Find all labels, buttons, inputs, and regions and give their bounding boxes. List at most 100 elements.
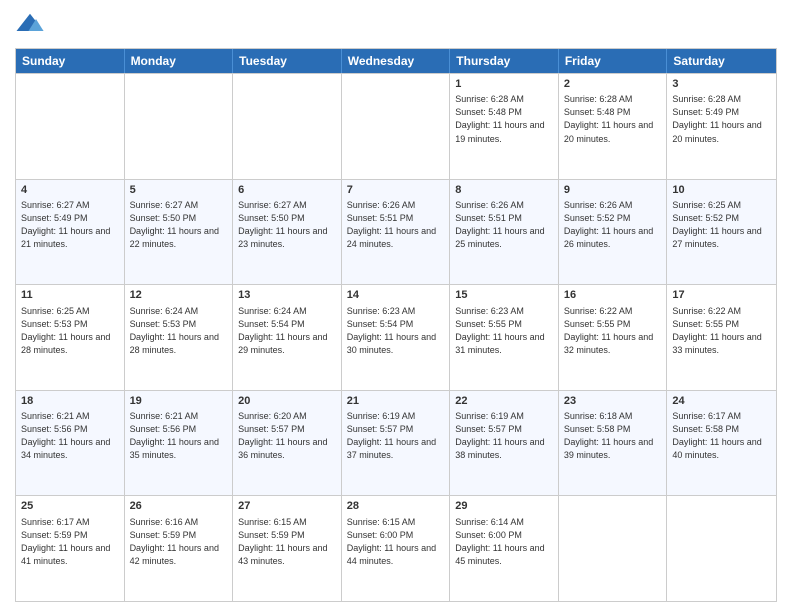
day-number: 2 [564,77,662,92]
header-cell-friday: Friday [559,49,668,73]
calendar-cell: 27Sunrise: 6:15 AMSunset: 5:59 PMDayligh… [233,496,342,601]
logo [15,10,49,40]
cell-info: Sunrise: 6:19 AMSunset: 5:57 PMDaylight:… [455,410,553,462]
calendar-cell: 26Sunrise: 6:16 AMSunset: 5:59 PMDayligh… [125,496,234,601]
calendar-cell: 15 Sunrise: 6:23 AMSunset: 5:55 PMDayligh… [450,285,559,390]
calendar-cell [16,74,125,179]
calendar-cell: 16 Sunrise: 6:22 AMSunset: 5:55 PMDayligh… [559,285,668,390]
calendar-row-0: 1Sunrise: 6:28 AMSunset: 5:48 PMDaylight… [16,73,776,179]
calendar-cell: 28 Sunrise: 6:15 AMSunset: 6:00 PMDayligh… [342,496,451,601]
calendar-cell: 3Sunrise: 6:28 AMSunset: 5:49 PMDaylight… [667,74,776,179]
calendar-row-1: 4Sunrise: 6:27 AMSunset: 5:49 PMDaylight… [16,179,776,285]
day-number: 27 [238,499,336,514]
calendar-page: SundayMondayTuesdayWednesdayThursdayFrid… [0,0,792,612]
cell-info: Sunrise: 6:25 AMSunset: 5:52 PMDaylight:… [672,199,771,251]
calendar-cell: 2Sunrise: 6:28 AMSunset: 5:48 PMDaylight… [559,74,668,179]
calendar: SundayMondayTuesdayWednesdayThursdayFrid… [15,48,777,602]
cell-info: Sunrise: 6:23 AMSunset: 5:54 PMDaylight:… [347,305,445,357]
calendar-cell: 18Sunrise: 6:21 AMSunset: 5:56 PMDayligh… [16,391,125,496]
cell-info: Sunrise: 6:18 AMSunset: 5:58 PMDaylight:… [564,410,662,462]
day-number: 15 [455,288,553,303]
calendar-cell [342,74,451,179]
day-number: 25 [21,499,119,514]
cell-info: Sunrise: 6:21 AMSunset: 5:56 PMDaylight:… [21,410,119,462]
calendar-row-3: 18Sunrise: 6:21 AMSunset: 5:56 PMDayligh… [16,390,776,496]
cell-info: Sunrise: 6:27 AMSunset: 5:50 PMDaylight:… [130,199,228,251]
header-cell-wednesday: Wednesday [342,49,451,73]
header-cell-thursday: Thursday [450,49,559,73]
calendar-row-4: 25 Sunrise: 6:17 AMSunset: 5:59 PMDayligh… [16,495,776,601]
day-number: 3 [672,77,771,92]
cell-info: Sunrise: 6:15 AMSunset: 6:00 PMDaylight:… [347,516,445,568]
cell-info: Sunrise: 6:24 AMSunset: 5:53 PMDaylight:… [130,305,228,357]
header-cell-tuesday: Tuesday [233,49,342,73]
day-number: 21 [347,394,445,409]
day-number: 28 [347,499,445,514]
calendar-cell [233,74,342,179]
day-number: 12 [130,288,228,303]
cell-info: Sunrise: 6:20 AMSunset: 5:57 PMDaylight:… [238,410,336,462]
page-header [15,10,777,40]
day-number: 22 [455,394,553,409]
calendar-cell: 20Sunrise: 6:20 AMSunset: 5:57 PMDayligh… [233,391,342,496]
cell-info: Sunrise: 6:27 AMSunset: 5:49 PMDaylight:… [21,199,119,251]
day-number: 1 [455,77,553,92]
day-number: 11 [21,288,119,303]
day-number: 9 [564,183,662,198]
calendar-cell: 24Sunrise: 6:17 AMSunset: 5:58 PMDayligh… [667,391,776,496]
day-number: 29 [455,499,553,514]
calendar-cell [667,496,776,601]
cell-info: Sunrise: 6:28 AMSunset: 5:48 PMDaylight:… [455,93,553,145]
calendar-cell: 21Sunrise: 6:19 AMSunset: 5:57 PMDayligh… [342,391,451,496]
cell-info: Sunrise: 6:25 AMSunset: 5:53 PMDaylight:… [21,305,119,357]
cell-info: Sunrise: 6:22 AMSunset: 5:55 PMDaylight:… [564,305,662,357]
day-number: 16 [564,288,662,303]
cell-info: Sunrise: 6:16 AMSunset: 5:59 PMDaylight:… [130,516,228,568]
calendar-cell: 11 Sunrise: 6:25 AMSunset: 5:53 PMDayligh… [16,285,125,390]
cell-info: Sunrise: 6:17 AMSunset: 5:59 PMDaylight:… [21,516,119,568]
calendar-cell: 23Sunrise: 6:18 AMSunset: 5:58 PMDayligh… [559,391,668,496]
cell-info: Sunrise: 6:26 AMSunset: 5:52 PMDaylight:… [564,199,662,251]
calendar-cell: 7Sunrise: 6:26 AMSunset: 5:51 PMDaylight… [342,180,451,285]
day-number: 19 [130,394,228,409]
calendar-cell: 9Sunrise: 6:26 AMSunset: 5:52 PMDaylight… [559,180,668,285]
day-number: 10 [672,183,771,198]
cell-info: Sunrise: 6:26 AMSunset: 5:51 PMDaylight:… [455,199,553,251]
cell-info: Sunrise: 6:26 AMSunset: 5:51 PMDaylight:… [347,199,445,251]
calendar-cell: 22Sunrise: 6:19 AMSunset: 5:57 PMDayligh… [450,391,559,496]
cell-info: Sunrise: 6:24 AMSunset: 5:54 PMDaylight:… [238,305,336,357]
cell-info: Sunrise: 6:23 AMSunset: 5:55 PMDaylight:… [455,305,553,357]
calendar-cell: 4Sunrise: 6:27 AMSunset: 5:49 PMDaylight… [16,180,125,285]
calendar-cell: 5Sunrise: 6:27 AMSunset: 5:50 PMDaylight… [125,180,234,285]
day-number: 24 [672,394,771,409]
calendar-cell: 10Sunrise: 6:25 AMSunset: 5:52 PMDayligh… [667,180,776,285]
calendar-cell: 25 Sunrise: 6:17 AMSunset: 5:59 PMDayligh… [16,496,125,601]
calendar-cell: 12 Sunrise: 6:24 AMSunset: 5:53 PMDayligh… [125,285,234,390]
calendar-cell: 17 Sunrise: 6:22 AMSunset: 5:55 PMDayligh… [667,285,776,390]
calendar-cell [559,496,668,601]
calendar-header: SundayMondayTuesdayWednesdayThursdayFrid… [16,49,776,73]
calendar-cell: 6Sunrise: 6:27 AMSunset: 5:50 PMDaylight… [233,180,342,285]
calendar-cell: 29Sunrise: 6:14 AMSunset: 6:00 PMDayligh… [450,496,559,601]
calendar-cell [125,74,234,179]
day-number: 14 [347,288,445,303]
logo-icon [15,10,45,40]
day-number: 4 [21,183,119,198]
day-number: 20 [238,394,336,409]
header-cell-monday: Monday [125,49,234,73]
calendar-row-2: 11 Sunrise: 6:25 AMSunset: 5:53 PMDayligh… [16,284,776,390]
day-number: 5 [130,183,228,198]
cell-info: Sunrise: 6:28 AMSunset: 5:49 PMDaylight:… [672,93,771,145]
calendar-body: 1Sunrise: 6:28 AMSunset: 5:48 PMDaylight… [16,73,776,601]
cell-info: Sunrise: 6:22 AMSunset: 5:55 PMDaylight:… [672,305,771,357]
cell-info: Sunrise: 6:21 AMSunset: 5:56 PMDaylight:… [130,410,228,462]
cell-info: Sunrise: 6:27 AMSunset: 5:50 PMDaylight:… [238,199,336,251]
calendar-cell: 14 Sunrise: 6:23 AMSunset: 5:54 PMDayligh… [342,285,451,390]
calendar-cell: 19Sunrise: 6:21 AMSunset: 5:56 PMDayligh… [125,391,234,496]
day-number: 17 [672,288,771,303]
header-cell-saturday: Saturday [667,49,776,73]
day-number: 6 [238,183,336,198]
calendar-cell: 1Sunrise: 6:28 AMSunset: 5:48 PMDaylight… [450,74,559,179]
day-number: 18 [21,394,119,409]
header-cell-sunday: Sunday [16,49,125,73]
